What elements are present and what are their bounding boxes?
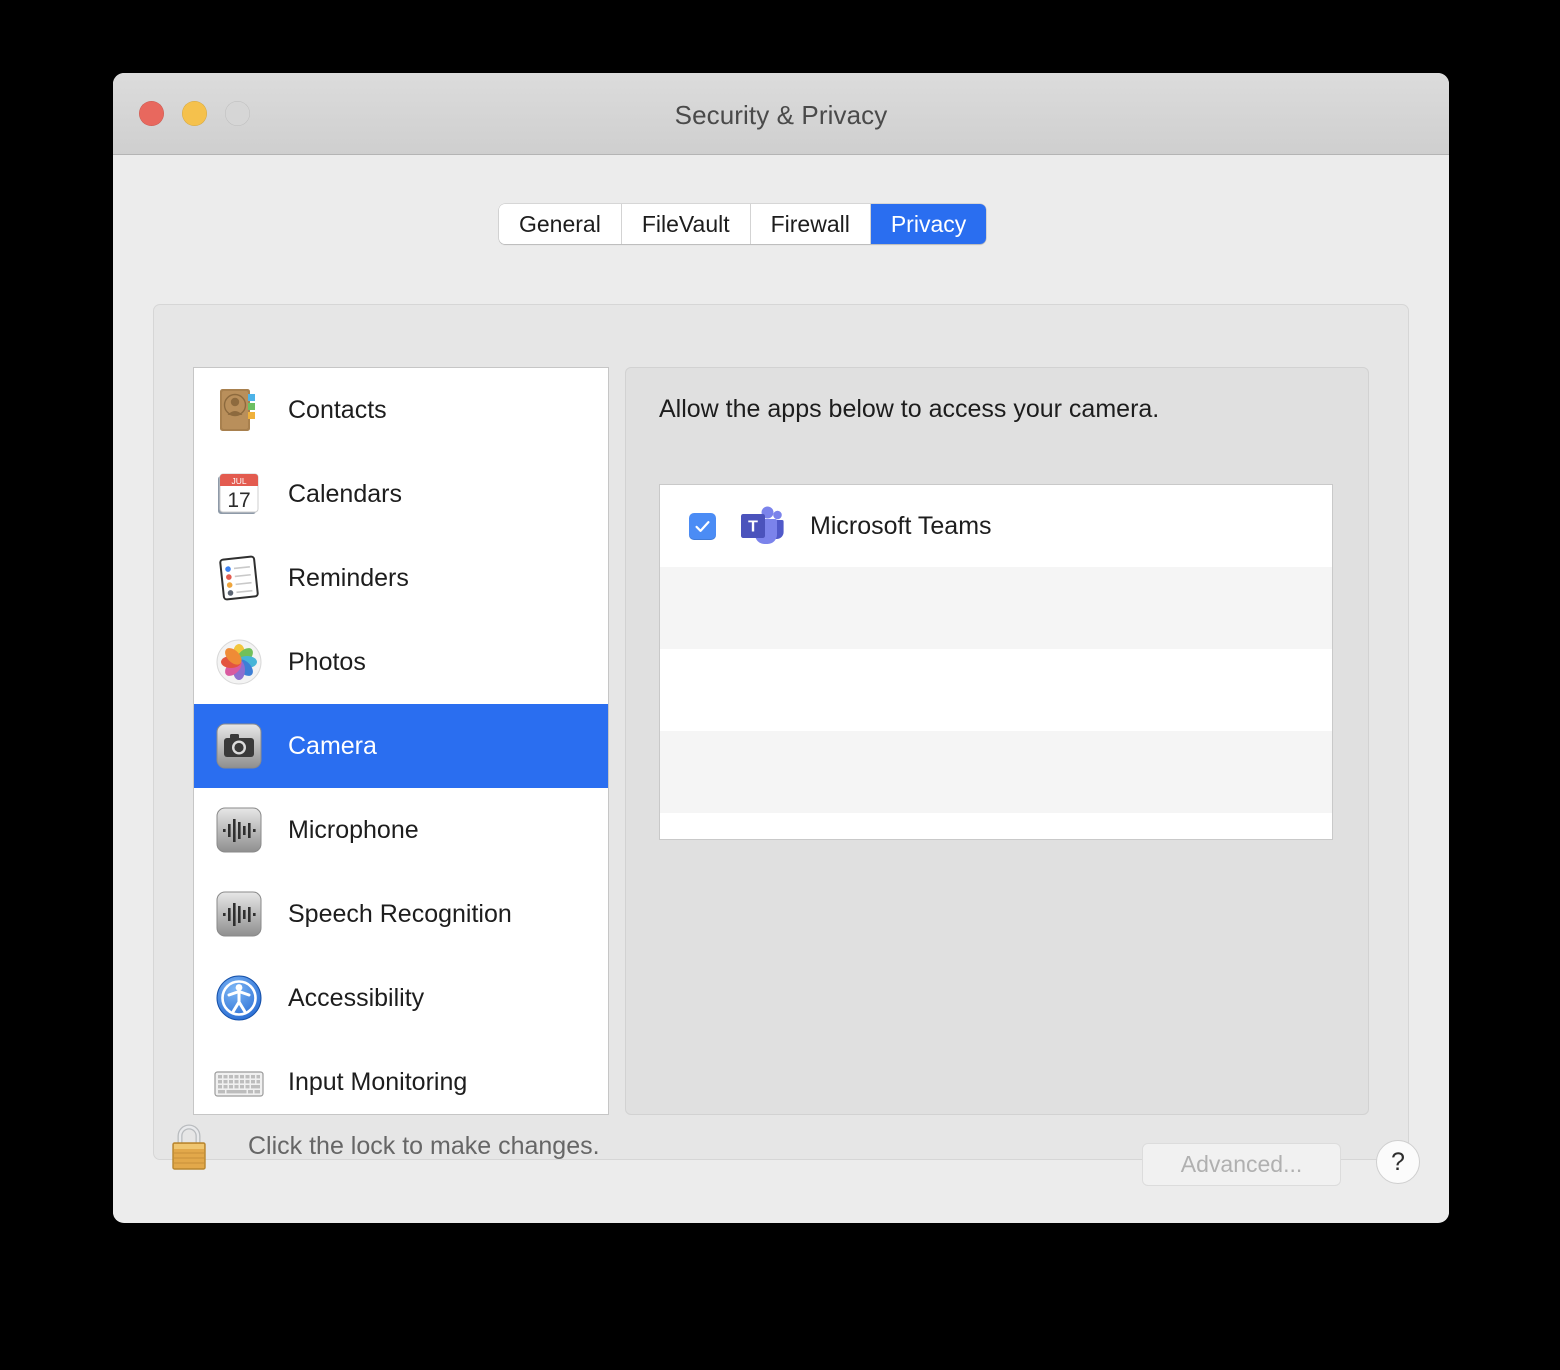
microphone-icon bbox=[212, 803, 266, 857]
window-titlebar: Security & Privacy bbox=[113, 73, 1449, 212]
checkmark-icon bbox=[695, 520, 710, 532]
sidebar-item-microphone[interactable]: Microphone bbox=[194, 788, 608, 872]
tab-firewall[interactable]: Firewall bbox=[750, 204, 871, 244]
sidebar-item-speech-recognition[interactable]: Speech Recognition bbox=[194, 872, 608, 956]
camera-permissions-panel: Allow the apps below to access your came… bbox=[625, 367, 1369, 1115]
lock-message: Click the lock to make changes. bbox=[248, 1131, 600, 1160]
sidebar-item-calendars[interactable]: JUL 17 Calendars bbox=[194, 452, 608, 536]
sidebar-item-label: Camera bbox=[288, 731, 377, 760]
window-body: General FileVault Firewall Privacy Conta… bbox=[113, 155, 1449, 1222]
tab-filevault[interactable]: FileVault bbox=[621, 204, 751, 244]
lock-control[interactable]: Click the lock to make changes. bbox=[163, 1118, 600, 1174]
app-permission-checkbox[interactable] bbox=[689, 512, 716, 540]
table-row-empty bbox=[660, 731, 1332, 813]
sidebar-item-label: Contacts bbox=[288, 395, 387, 424]
sidebar-item-label: Accessibility bbox=[288, 983, 425, 1012]
photos-icon bbox=[212, 635, 266, 689]
camera-icon bbox=[212, 719, 266, 773]
reminders-icon bbox=[212, 551, 266, 605]
table-row[interactable]: T Microsoft Teams bbox=[660, 485, 1332, 567]
sidebar-item-label: Calendars bbox=[288, 479, 402, 508]
window-title: Security & Privacy bbox=[674, 100, 888, 130]
sidebar-item-label: Photos bbox=[288, 647, 366, 676]
privacy-category-list[interactable]: Contacts JUL 17 Calendars Reminders Phot… bbox=[193, 367, 609, 1115]
panel-heading: Allow the apps below to access your came… bbox=[659, 395, 1160, 423]
sidebar-item-photos[interactable]: Photos bbox=[194, 620, 608, 704]
sidebar-item-label: Reminders bbox=[288, 563, 409, 592]
sidebar-item-label: Microphone bbox=[288, 815, 419, 844]
sidebar-item-label: Speech Recognition bbox=[288, 899, 512, 928]
sidebar-item-contacts[interactable]: Contacts bbox=[194, 368, 608, 452]
tab-privacy[interactable]: Privacy bbox=[870, 204, 987, 244]
speech-recognition-icon bbox=[212, 887, 266, 941]
privacy-content-box: Contacts JUL 17 Calendars Reminders Phot… bbox=[153, 304, 1409, 1160]
sidebar-item-accessibility[interactable]: Accessibility bbox=[194, 956, 608, 1040]
svg-text:T: T bbox=[748, 519, 758, 536]
lock-closed-icon[interactable] bbox=[163, 1118, 215, 1174]
svg-text:JUL: JUL bbox=[231, 476, 246, 486]
app-name: Microsoft Teams bbox=[810, 511, 992, 540]
help-button[interactable]: ? bbox=[1376, 1140, 1420, 1184]
svg-text:17: 17 bbox=[227, 489, 250, 512]
accessibility-icon bbox=[212, 971, 266, 1025]
microsoft-teams-icon: T bbox=[738, 503, 784, 549]
tab-general[interactable]: General bbox=[499, 204, 622, 244]
security-privacy-window: Security & Privacy Search General FileVa… bbox=[113, 73, 1449, 1223]
calendar-icon: JUL 17 bbox=[212, 467, 266, 521]
sidebar-item-reminders[interactable]: Reminders bbox=[194, 536, 608, 620]
contacts-icon bbox=[212, 383, 266, 437]
table-row-empty bbox=[660, 567, 1332, 649]
preference-tabs: General FileVault Firewall Privacy bbox=[499, 204, 987, 244]
table-row-empty bbox=[660, 649, 1332, 731]
advanced-button[interactable]: Advanced... bbox=[1142, 1143, 1341, 1186]
allowed-apps-list[interactable]: T Microsoft Teams bbox=[659, 484, 1333, 840]
window-footer: Click the lock to make changes. Advanced… bbox=[113, 1092, 1449, 1222]
sidebar-item-camera[interactable]: Camera bbox=[194, 704, 608, 788]
